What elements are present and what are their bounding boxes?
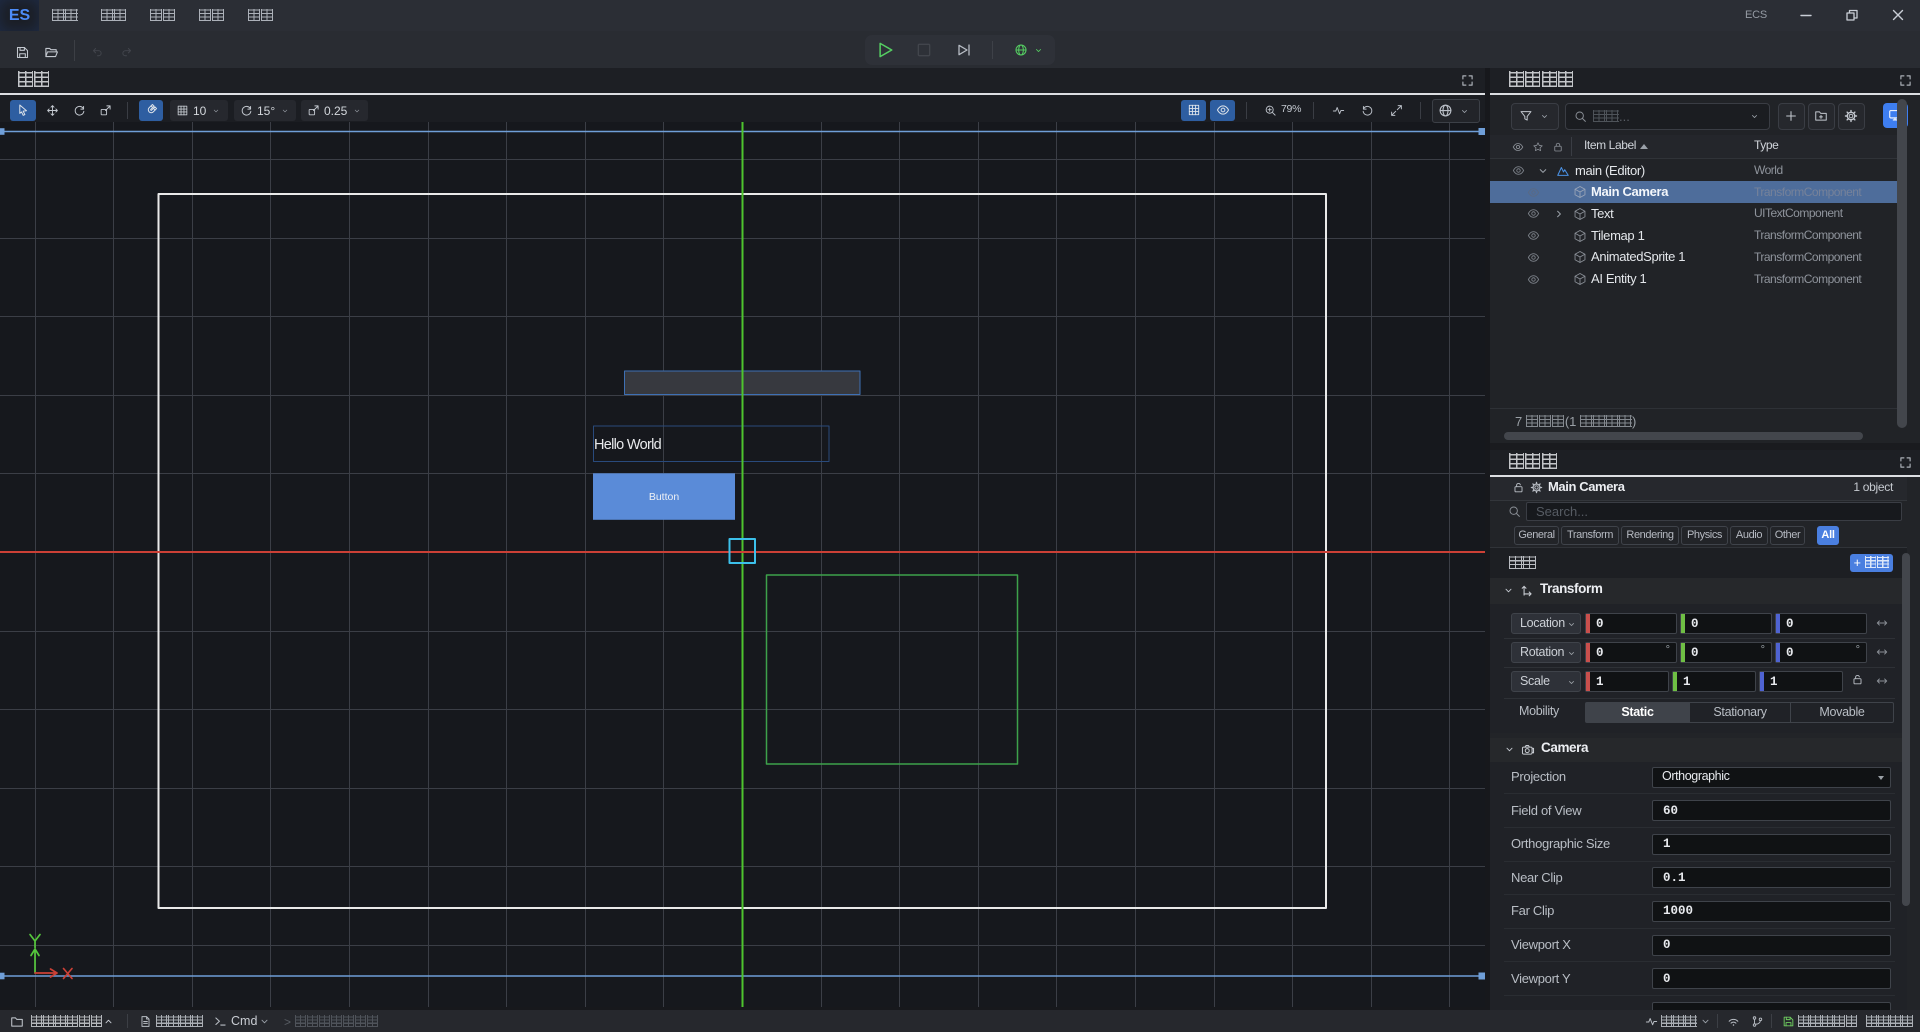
- svg-text:Hello World: Hello World: [594, 437, 662, 453]
- svg-text:Button: Button: [649, 491, 680, 503]
